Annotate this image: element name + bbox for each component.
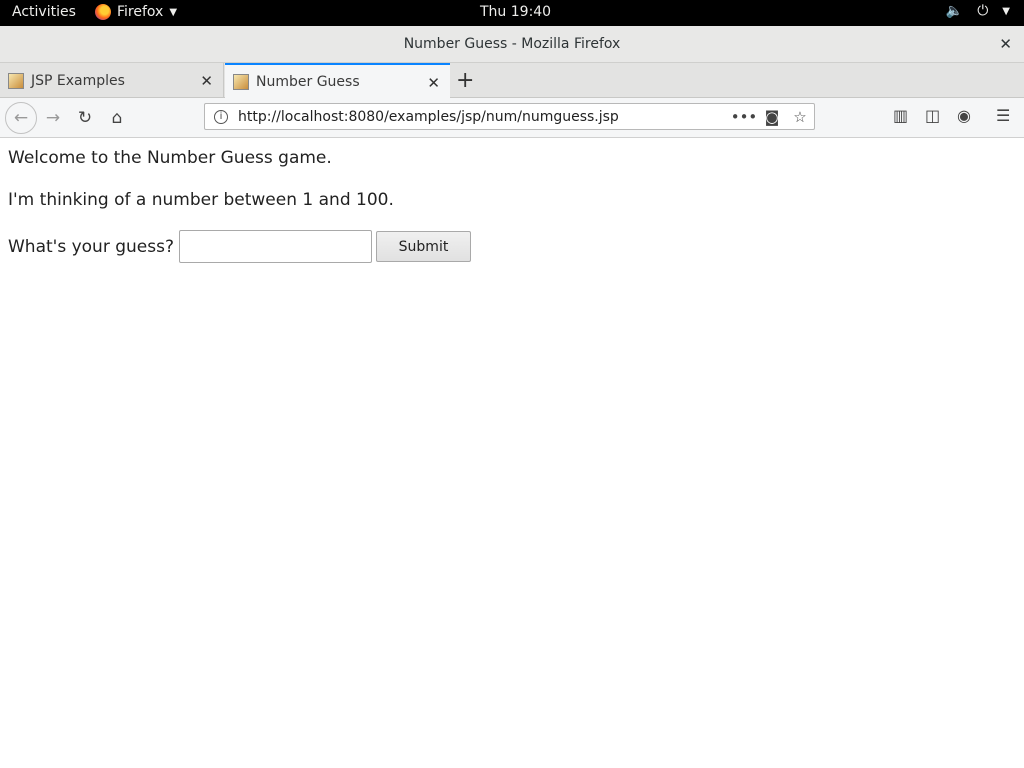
new-tab-icon[interactable]: + [456,68,474,93]
firefox-icon [95,4,111,20]
bookmark-star-icon[interactable]: ☆ [786,108,814,126]
guess-input[interactable] [179,230,372,263]
power-icon: ⏻ [977,3,989,19]
clock[interactable]: Thu 19:40 [480,4,551,20]
back-arrow-icon[interactable]: ← [5,102,37,134]
url-text[interactable]: http://localhost:8080/examples/jsp/num/n… [238,109,730,125]
sidebar-icon[interactable]: ◫ [925,106,940,125]
nav-toolbar: ← → ↻ ⌂ i http://localhost:8080/examples… [0,98,1024,138]
close-tab-icon[interactable]: ✕ [427,74,440,92]
tab-number-guess[interactable]: Number Guess ✕ [225,63,450,99]
forward-arrow-icon[interactable]: → [39,104,67,132]
url-bar[interactable]: i http://localhost:8080/examples/jsp/num… [204,103,815,130]
tab-strip: JSP Examples ✕ Number Guess ✕ + [0,63,1024,99]
page-favicon-icon [233,74,249,90]
account-icon[interactable]: ◉ [957,106,971,125]
hamburger-menu-icon[interactable]: ☰ [996,106,1010,125]
home-icon[interactable]: ⌂ [103,104,131,132]
caret-down-icon: ▼ [169,6,178,18]
system-menu[interactable]: 🔈 ⏻ ▼ [946,3,1010,19]
activities-button[interactable]: Activities [12,4,76,20]
welcome-text: Welcome to the Number Guess game. [8,148,332,168]
submit-button[interactable]: Submit [376,231,471,262]
window-title: Number Guess - Mozilla Firefox [403,36,621,52]
close-tab-icon[interactable]: ✕ [200,72,213,90]
window-titlebar: Number Guess - Mozilla Firefox ✕ [0,26,1024,63]
guess-label: What's your guess? [8,236,174,257]
volume-icon: 🔈 [945,3,964,19]
guess-form: What's your guess? Submit [8,230,471,263]
app-menu-label: Firefox [117,4,164,20]
close-window-icon[interactable]: ✕ [999,35,1012,53]
tab-label: Number Guess [256,74,360,90]
tab-label: JSP Examples [31,72,125,89]
site-info-icon[interactable]: i [214,109,228,124]
range-text: I'm thinking of a number between 1 and 1… [8,190,394,210]
tab-jsp-examples[interactable]: JSP Examples ✕ [0,63,224,98]
library-icon[interactable]: ▥ [893,106,908,125]
page-actions-icon[interactable]: ••• [730,108,758,126]
page-favicon-icon [8,72,24,89]
app-menu[interactable]: Firefox ▼ [95,4,177,20]
reload-icon[interactable]: ↻ [71,104,99,132]
gnome-top-bar: Activities Firefox ▼ Thu 19:40 🔈 ⏻ ▼ [0,0,1024,26]
pocket-icon[interactable]: ◙ [758,108,786,126]
caret-down-icon: ▼ [1002,5,1010,17]
